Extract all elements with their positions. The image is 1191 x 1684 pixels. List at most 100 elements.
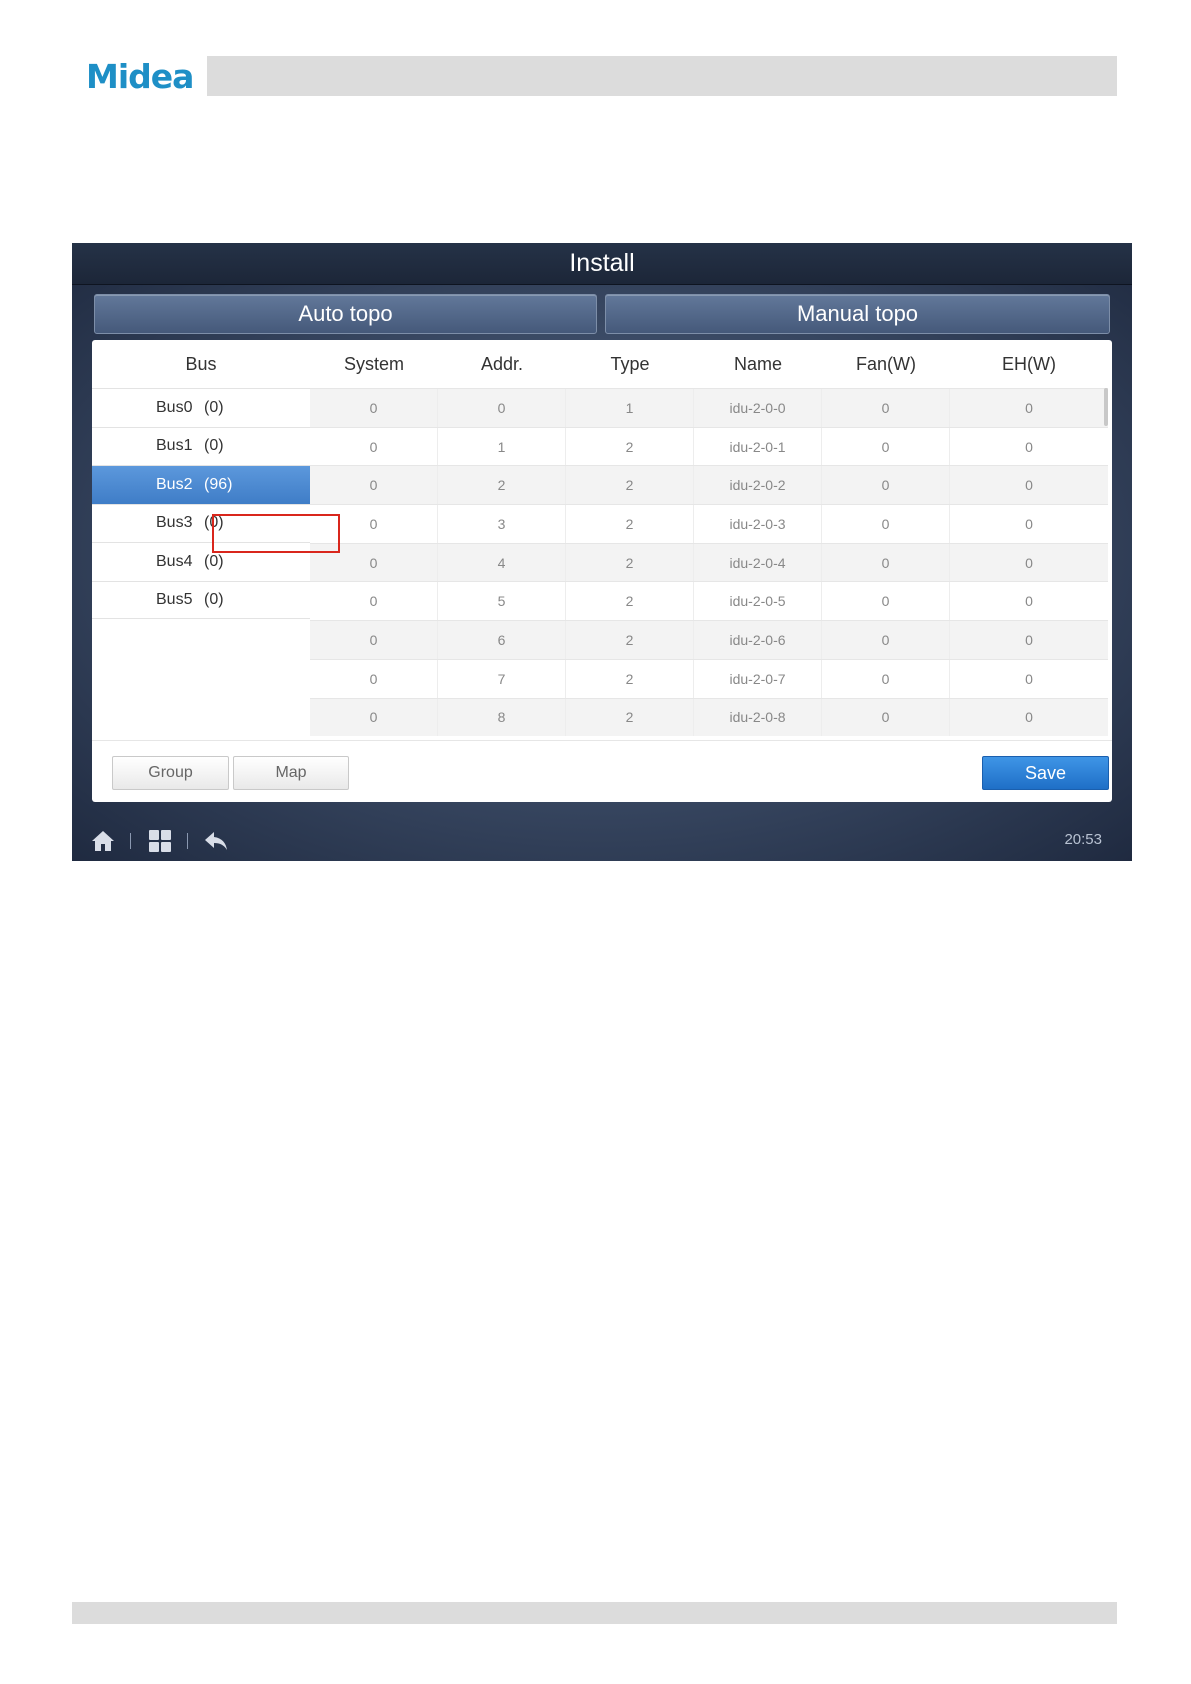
cell-system: 0 <box>310 466 438 505</box>
table-row[interactable]: 0 3 2 idu-2-0-3 0 0 <box>310 504 1108 543</box>
cell-name: idu-2-0-1 <box>694 427 822 466</box>
bus-item-bus2[interactable]: Bus2 (96) <box>92 465 310 504</box>
status-separator <box>130 833 131 849</box>
table-row[interactable]: 0 7 2 idu-2-0-7 0 0 <box>310 658 1108 698</box>
cell-eh: 0 <box>1025 399 1033 416</box>
cell-type: 2 <box>566 659 694 698</box>
cell-addr: 6 <box>438 621 566 659</box>
table-row[interactable]: 0 1 2 idu-2-0-1 0 0 <box>310 426 1108 466</box>
title-bar: Install <box>72 243 1132 285</box>
cell-fan: 0 <box>822 582 950 621</box>
topology-panel: Bus Bus0 (0) Bus1 (0) Bus2 (96) Bus3 (0) Bus4 (0)… <box>92 340 1112 802</box>
group-button[interactable]: Group <box>112 756 229 790</box>
bus-name: Bus0 <box>156 398 193 416</box>
cell-system: 0 <box>310 582 438 621</box>
cell-type: 2 <box>566 427 694 466</box>
cell-name: idu-2-0-0 <box>694 389 822 427</box>
page-title: Install <box>569 249 635 277</box>
clock: 20:53 <box>1064 831 1102 848</box>
cell-name: idu-2-0-2 <box>694 466 822 505</box>
cell-name: idu-2-0-4 <box>694 543 822 582</box>
page-header-bar <box>207 56 1117 96</box>
cell-type: 1 <box>566 389 694 427</box>
cell-system: 0 <box>310 698 438 737</box>
table-row[interactable]: 0 5 2 idu-2-0-5 0 0 <box>310 581 1108 621</box>
cell-fan: 0 <box>822 466 950 505</box>
cell-type: 2 <box>566 621 694 659</box>
bus-count: (0) <box>204 590 224 608</box>
bus-name: Bus2 <box>156 475 193 493</box>
cell-eh: 0 <box>1025 438 1033 455</box>
cell-system: 0 <box>310 389 438 427</box>
cell-name: idu-2-0-8 <box>694 698 822 737</box>
cell-addr: 2 <box>438 466 566 505</box>
cell-fan: 0 <box>822 698 950 737</box>
cell-fan: 0 <box>822 621 950 659</box>
cell-type: 2 <box>566 582 694 621</box>
status-separator <box>187 833 188 849</box>
home-icon[interactable] <box>90 829 116 853</box>
cell-type: 2 <box>566 505 694 543</box>
column-header-fan: Fan(W) <box>856 353 916 374</box>
cell-system: 0 <box>310 621 438 659</box>
midea-logo: Midea <box>86 50 194 102</box>
cell-addr: 0 <box>438 389 566 427</box>
table-row[interactable]: 0 2 2 idu-2-0-2 0 0 <box>310 465 1108 505</box>
bus-item-bus0[interactable]: Bus0 (0) <box>92 388 310 427</box>
bus-count: (0) <box>204 398 224 416</box>
cell-fan: 0 <box>822 389 950 427</box>
table-header: System Addr. Type Name Fan(W) EH(W) <box>310 340 1108 388</box>
device-table: System Addr. Type Name Fan(W) EH(W) 001i… <box>310 340 1108 740</box>
cell-fan: 0 <box>822 543 950 582</box>
cell-addr: 3 <box>438 505 566 543</box>
map-button-highlight <box>212 514 340 553</box>
cell-addr: 8 <box>438 698 566 737</box>
save-button[interactable]: Save <box>982 756 1109 790</box>
column-header-type: Type <box>610 353 650 374</box>
tab-auto-topo[interactable]: Auto topo <box>94 294 597 334</box>
bus-count: (96) <box>204 475 233 493</box>
logo-text: Midea <box>86 56 194 96</box>
column-header-name: Name <box>733 353 782 374</box>
bus-name: Bus4 <box>156 552 193 570</box>
map-button[interactable]: Map <box>233 756 349 790</box>
divider <box>92 740 1112 741</box>
column-header-eh: EH(W) <box>1002 353 1056 374</box>
cell-eh: 0 <box>1025 709 1033 726</box>
cell-type: 2 <box>566 698 694 737</box>
status-bar: 20:53 <box>72 821 1132 861</box>
cell-fan: 0 <box>822 505 950 543</box>
cell-addr: 4 <box>438 543 566 582</box>
cell-system: 0 <box>310 427 438 466</box>
table-scrollbar[interactable] <box>1104 388 1108 426</box>
cell-system: 0 <box>310 659 438 698</box>
tab-manual-topo[interactable]: Manual topo <box>605 294 1110 334</box>
cell-addr: 7 <box>438 659 566 698</box>
back-icon[interactable] <box>203 829 229 853</box>
apps-icon[interactable] <box>147 829 173 853</box>
bus-name: Bus5 <box>156 590 193 608</box>
page-footer-bar <box>72 1602 1117 1624</box>
cell-eh: 0 <box>1025 477 1033 494</box>
cell-type: 2 <box>566 466 694 505</box>
table-row[interactable]: 0 4 2 idu-2-0-4 0 0 <box>310 542 1108 582</box>
cell-eh: 0 <box>1025 631 1033 648</box>
column-header-system: System <box>343 353 404 374</box>
cell-addr: 5 <box>438 582 566 621</box>
bus-item-bus5[interactable]: Bus5 (0) <box>92 580 310 619</box>
cell-type: 2 <box>566 543 694 582</box>
column-header-addr: Addr. <box>480 353 524 374</box>
table-row[interactable]: 0 8 2 idu-2-0-8 0 0 <box>310 697 1108 737</box>
cell-eh: 0 <box>1025 554 1033 571</box>
table-row[interactable]: 0 6 2 idu-2-0-6 0 0 <box>310 620 1108 659</box>
bus-count: (0) <box>204 552 224 570</box>
bus-count: (0) <box>204 437 224 455</box>
table-row[interactable]: 0 0 1 idu-2-0-0 0 0 <box>310 388 1108 427</box>
cell-name: idu-2-0-5 <box>694 582 822 621</box>
cell-eh: 0 <box>1025 593 1033 610</box>
bus-header: Bus <box>185 353 217 374</box>
cell-eh: 0 <box>1025 515 1033 532</box>
bus-item-bus1[interactable]: Bus1 (0) <box>92 426 310 466</box>
bus-name: Bus3 <box>156 514 193 532</box>
cell-name: idu-2-0-3 <box>694 505 822 543</box>
